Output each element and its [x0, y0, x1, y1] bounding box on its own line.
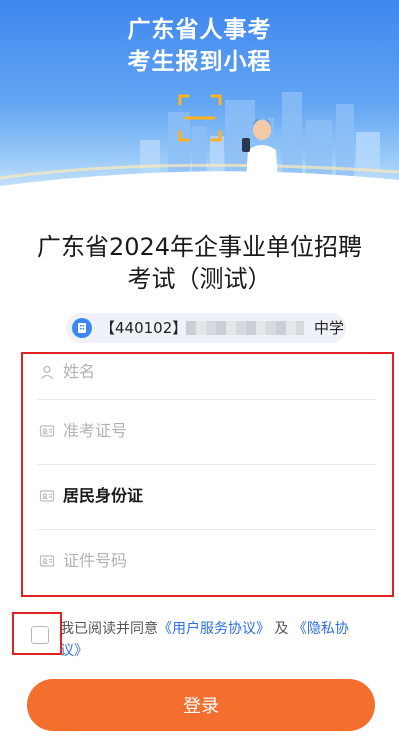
agreement-conjunction: 及 — [274, 621, 289, 637]
ticket-number-field[interactable]: 准考证号 — [37, 400, 376, 465]
user-agreement-link[interactable]: 《用户服务协议》 — [158, 621, 270, 637]
agreement-checkbox[interactable] — [31, 626, 49, 644]
privacy-policy-link-part2[interactable]: 议》 — [60, 643, 88, 659]
building-icon — [72, 318, 92, 338]
privacy-policy-link-part1[interactable]: 《隐私协 — [293, 621, 349, 637]
unit-code: 【440102】 — [100, 319, 188, 337]
banner-title-line2: 考生报到小程 — [127, 49, 272, 75]
agreement-text: 我已阅读并同意《用户服务协议》 及 《隐私协 议》 — [60, 618, 385, 659]
unit-suffix: 中学 — [314, 319, 345, 337]
exam-title-line2: 考试（测试） — [127, 265, 272, 293]
name-field[interactable]: 姓名 — [37, 345, 376, 400]
ticket-number-placeholder: 准考证号 — [63, 421, 128, 440]
id-number-placeholder: 证件号码 — [63, 551, 128, 570]
banner-title-line1: 广东省人事考 — [127, 17, 272, 43]
id-type-value: 居民身份证 — [63, 486, 144, 505]
header-banner: 广东省人事考 考生报到小程 — [0, 0, 399, 200]
exam-unit-badge: 【440102】 中学 — [66, 313, 346, 343]
id-type-select[interactable]: 居民身份证 — [37, 465, 376, 530]
id-number-field[interactable]: 证件号码 — [37, 530, 376, 594]
name-placeholder: 姓名 — [63, 362, 96, 381]
exam-title-line1: 广东省2024年企事业单位招聘 — [36, 233, 363, 261]
user-icon — [39, 364, 55, 380]
id-card-icon — [39, 553, 55, 569]
login-form: 姓名 准考证号 居民身份证 证件号码 — [21, 352, 394, 597]
unit-name-redacted — [186, 321, 304, 335]
login-button[interactable]: 登录 — [27, 679, 375, 731]
agreement-prefix: 我已阅读并同意 — [60, 621, 158, 637]
id-card-icon — [39, 488, 55, 504]
id-card-icon — [39, 423, 55, 439]
